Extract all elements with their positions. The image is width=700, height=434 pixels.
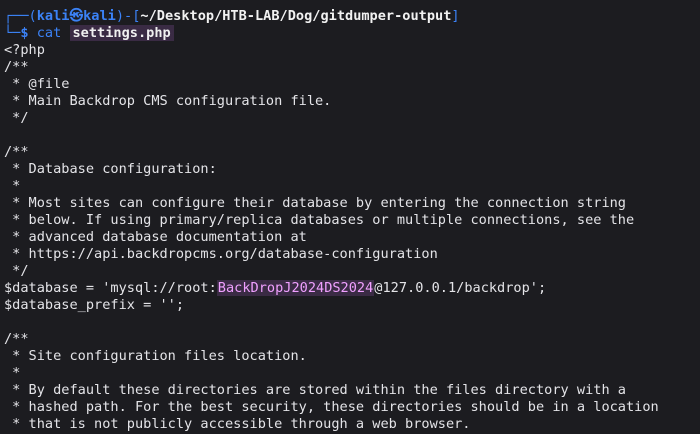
file-line: * Main Backdrop CMS configuration file. bbox=[4, 93, 332, 109]
prompt-line-1: ┌──(kali㉿kali)-[~/Desktop/HTB-LAB/Dog/gi… bbox=[4, 8, 700, 25]
file-line: /** bbox=[4, 331, 29, 347]
file-line: /** bbox=[4, 59, 29, 75]
database-line: $database = 'mysql://root:BackDropJ2024D… bbox=[4, 280, 700, 297]
file-line: * @file bbox=[4, 76, 70, 92]
prompt-user: kali bbox=[36, 8, 70, 24]
database-line-prefix: $database = 'mysql://root: bbox=[4, 280, 217, 296]
prompt-dollar: $ bbox=[20, 25, 29, 41]
terminal-window[interactable]: ┌──(kali㉿kali)-[~/Desktop/HTB-LAB/Dog/gi… bbox=[0, 0, 700, 434]
file-line: * Site configuration files location. bbox=[4, 348, 307, 364]
file-line: $database_prefix = ''; bbox=[4, 297, 185, 313]
file-line: * Database configuration: bbox=[4, 161, 217, 177]
prompt-path: ~/Desktop/HTB-LAB/Dog/gitdumper-output bbox=[140, 8, 452, 24]
file-output: <?php /** * @file * Main Backdrop CMS co… bbox=[4, 42, 700, 433]
file-line: <?php bbox=[4, 42, 45, 58]
file-line: * Most sites can configure their databas… bbox=[4, 195, 626, 211]
prompt-second-prefix: └─ bbox=[4, 25, 21, 41]
prompt-host: kali bbox=[83, 8, 116, 24]
command-argument: settings.php bbox=[69, 25, 174, 41]
file-line: * bbox=[4, 365, 21, 381]
prompt-at-symbol: ㉿ bbox=[69, 8, 84, 24]
file-line: /** bbox=[4, 144, 29, 160]
file-line: */ bbox=[4, 263, 29, 279]
file-line bbox=[4, 314, 700, 331]
file-line: * https://api.backdropcms.org/database-c… bbox=[4, 246, 438, 262]
prompt-line-2: └─$ cat settings.php bbox=[4, 25, 700, 42]
file-line: */ bbox=[4, 110, 29, 126]
prompt-mid-bracket: )-[ bbox=[115, 8, 141, 24]
file-line: * bbox=[4, 178, 21, 194]
file-line: * By default these directories are store… bbox=[4, 382, 626, 398]
prompt-close-bracket: ] bbox=[451, 8, 460, 24]
file-line bbox=[4, 127, 700, 144]
file-line: * below. If using primary/replica databa… bbox=[4, 212, 635, 228]
file-line: * advanced database documentation at bbox=[4, 229, 307, 245]
file-line: * hashed path. For the best security, th… bbox=[4, 399, 659, 415]
command-name: cat bbox=[36, 25, 62, 41]
database-password-highlight: BackDropJ2024DS2024 bbox=[216, 280, 375, 296]
prompt-open-bracket: ┌──( bbox=[4, 8, 37, 24]
file-line: * that is not publicly accessible throug… bbox=[4, 416, 471, 432]
database-line-suffix: @127.0.0.1/backdrop'; bbox=[374, 280, 547, 296]
